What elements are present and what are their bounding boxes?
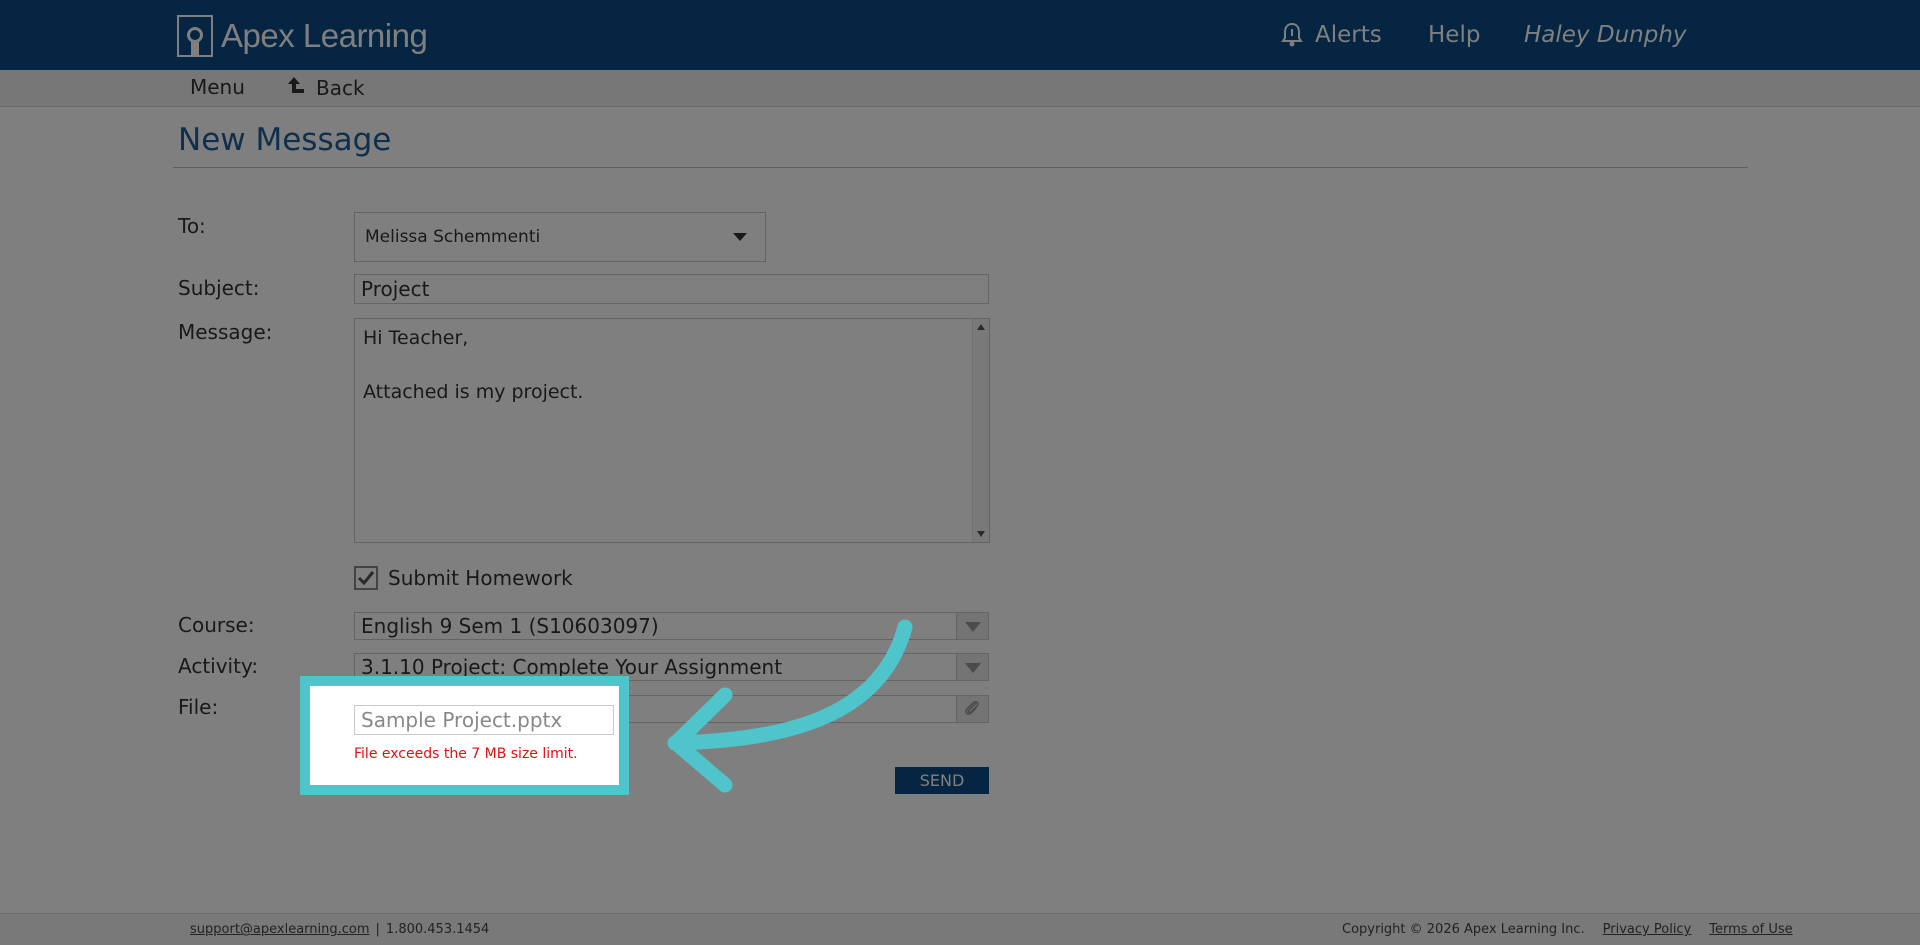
- callout-arrow: [667, 619, 913, 793]
